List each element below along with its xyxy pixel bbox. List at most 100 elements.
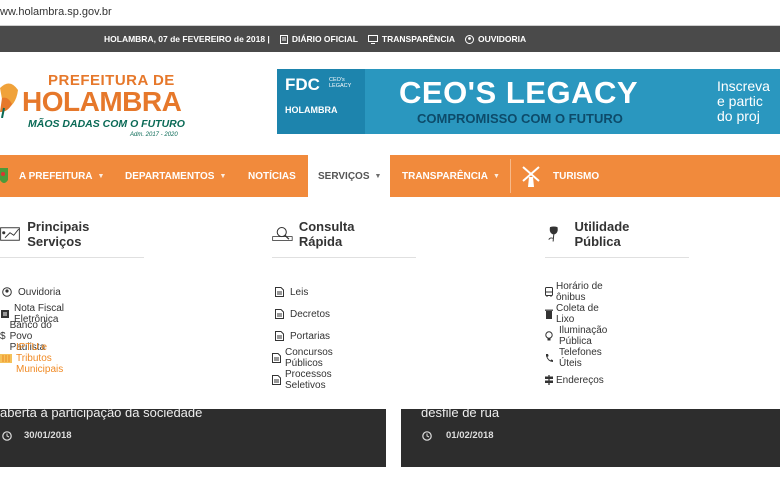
- document-icon: [279, 34, 288, 44]
- transparencia-link[interactable]: TRANSPARÊNCIA: [367, 34, 455, 44]
- prefeitura-logo[interactable]: PREFEITURA DE HOLAMBRA MÃOS DADAS COM O …: [0, 70, 200, 140]
- nav-divider: [510, 159, 511, 193]
- news-title: desfile de rua: [421, 409, 500, 420]
- user-circle-icon: [0, 287, 14, 297]
- column-title: Principais Serviços: [27, 219, 90, 249]
- link-label: Portarias: [290, 330, 331, 342]
- nav-label: NOTÍCIAS: [248, 170, 296, 182]
- nav-item-transparencia[interactable]: TRANSPARÊNCIA ▼: [402, 155, 500, 197]
- banner-side-line: do proj: [717, 108, 760, 124]
- chevron-down-icon: ▼: [374, 172, 382, 180]
- link-label: Horário de ônibus: [556, 281, 603, 303]
- news-card[interactable]: aberta à participação da sociedade 30/01…: [0, 409, 386, 467]
- nav-item-a-prefeitura[interactable]: A PREFEITURA ▼: [19, 155, 104, 197]
- dollar-icon: $: [0, 330, 6, 342]
- phone-icon: [545, 353, 553, 363]
- link-concursos[interactable]: Concursos Públicos: [272, 347, 338, 369]
- banner-side-line: Inscreva: [717, 78, 770, 94]
- column-heading: Utilidade Pública: [545, 219, 640, 249]
- link-label: Leis: [290, 286, 309, 298]
- column-heading: Consulta Rápida: [272, 219, 366, 249]
- news-date: 01/02/2018: [422, 430, 494, 441]
- file-text-icon: [272, 353, 281, 363]
- link-decretos[interactable]: Decretos: [272, 303, 338, 325]
- column-title: Utilidade Pública: [574, 219, 630, 249]
- nav-item-noticias[interactable]: NOTÍCIAS: [248, 155, 296, 197]
- link-enderecos[interactable]: Endereços: [545, 369, 607, 391]
- nav-label: TRANSPARÊNCIA: [402, 170, 488, 182]
- trash-icon: [545, 309, 553, 319]
- magnifier-document-icon: [272, 226, 293, 241]
- ouvidoria-label: OUVIDORIA: [477, 34, 527, 44]
- service-list: Horário de ônibus Coleta de Lixo Ilumina…: [545, 281, 607, 391]
- windmill-icon: [522, 166, 540, 187]
- servicos-mega-menu: Principais Serviços Ouvidoria Nota Fisca…: [0, 197, 780, 409]
- clock-icon: [2, 430, 12, 441]
- link-label: Decretos: [290, 308, 331, 320]
- service-list: Leis Decretos Portarias Concursos Públic…: [272, 281, 338, 391]
- nav-item-turismo[interactable]: TURISMO: [521, 155, 599, 197]
- link-label: IPTU e Tributos Municipais: [16, 341, 64, 375]
- link-ouvidoria[interactable]: Ouvidoria: [0, 281, 65, 303]
- nav-item-servicos[interactable]: SERVIÇOS ▼: [308, 155, 390, 197]
- url-text[interactable]: ww.holambra.sp.gov.br: [0, 6, 112, 18]
- banner-side-text: Inscreva e partic do proj: [717, 79, 770, 124]
- site-header: PREFEITURA DE HOLAMBRA MÃOS DADAS COM O …: [0, 52, 780, 155]
- banner-title: CEO'S LEGACY: [399, 75, 639, 110]
- main-navigation: A PREFEITURA ▼ DEPARTAMENTOS ▼ NOTÍCIAS SE…: [0, 155, 780, 197]
- link-label: Coleta de Lixo: [556, 303, 599, 325]
- divider: [545, 257, 689, 258]
- tulip-logo-icon: [0, 83, 18, 118]
- link-label: Endereços: [556, 374, 604, 386]
- barcode-icon: [0, 353, 12, 363]
- news-date: 30/01/2018: [2, 430, 72, 441]
- link-label: Ouvidoria: [18, 286, 61, 298]
- ceos-legacy-banner[interactable]: FDC CEO's LEGACY HOLAMBRA CEO'S LEGACY C…: [277, 69, 780, 134]
- clock-icon: [422, 430, 432, 441]
- nav-label: A PREFEITURA: [19, 170, 93, 182]
- news-title: aberta à participação da sociedade: [0, 409, 203, 420]
- diario-oficial-link[interactable]: DIÁRIO OFICIAL: [279, 34, 358, 44]
- link-horario-onibus[interactable]: Horário de ônibus: [545, 281, 607, 303]
- link-portarias[interactable]: Portarias: [272, 325, 338, 347]
- column-heading: Principais Serviços: [0, 219, 102, 249]
- diario-oficial-label: DIÁRIO OFICIAL: [291, 34, 358, 44]
- divider: [0, 257, 144, 258]
- link-label: Iluminação Pública: [559, 325, 608, 347]
- fdc-logo: FDC: [285, 75, 320, 94]
- nav-label: TURISMO: [553, 170, 600, 182]
- link-processos-seletivos[interactable]: Processos Seletivos: [272, 369, 338, 391]
- chevron-down-icon: ▼: [492, 172, 500, 180]
- logo-line4: Adm. 2017 - 2020: [130, 132, 178, 138]
- news-card[interactable]: desfile de rua 01/02/2018: [401, 409, 780, 467]
- chevron-down-icon: ▼: [97, 172, 105, 180]
- link-coleta-lixo[interactable]: Coleta de Lixo: [545, 303, 607, 325]
- service-list: Ouvidoria Nota Fiscal Eletrônica $ Banco …: [0, 281, 65, 375]
- news-date-text: 30/01/2018: [24, 430, 72, 441]
- nav-item-departamentos[interactable]: DEPARTAMENTOS ▼: [125, 155, 226, 197]
- date-text: HOLAMBRA, 07 de FEVEREIRO de 2018 |: [104, 34, 270, 44]
- link-label: Telefones Úteis: [559, 347, 602, 369]
- file-text-icon: [272, 375, 281, 385]
- link-label: Processos Seletivos: [285, 369, 332, 391]
- nav-label: SERVIÇOS: [318, 170, 370, 182]
- lightbulb-icon: [545, 331, 553, 341]
- news-date-text: 01/02/2018: [446, 430, 494, 441]
- logo-line3: MÃOS DADAS COM O FUTURO: [28, 118, 185, 130]
- ouvidoria-link[interactable]: OUVIDORIA: [464, 34, 527, 44]
- bus-icon: [545, 287, 553, 297]
- signpost-icon: [545, 375, 553, 385]
- chevron-down-icon: ▼: [219, 172, 227, 180]
- fdc-block: FDC CEO's LEGACY HOLAMBRA: [277, 69, 365, 134]
- link-label: Concursos Públicos: [285, 347, 333, 369]
- file-text-icon: [272, 287, 286, 297]
- banner-holambra-logo: HOLAMBRA: [285, 105, 338, 115]
- city-crest-icon: [0, 168, 8, 183]
- tulip-icon: [548, 226, 558, 242]
- browser-address-bar[interactable]: ww.holambra.sp.gov.br: [0, 0, 780, 26]
- link-iluminacao[interactable]: Iluminação Pública: [545, 325, 607, 347]
- link-leis[interactable]: Leis: [272, 281, 338, 303]
- transparencia-label: TRANSPARÊNCIA: [381, 34, 455, 44]
- logo-line2: HOLAMBRA: [22, 86, 182, 117]
- link-telefones[interactable]: Telefones Úteis: [545, 347, 607, 369]
